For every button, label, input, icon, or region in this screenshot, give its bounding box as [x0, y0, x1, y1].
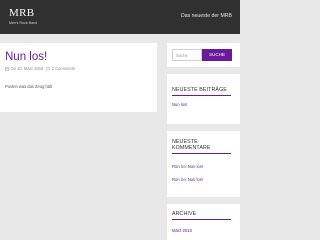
site-header: MRB Men's Rock Band Das neueste der MRB — [0, 0, 240, 34]
comment-author-link[interactable]: Ron — [172, 177, 180, 182]
comment-post-link[interactable]: Nun los! — [188, 164, 203, 169]
archive-link[interactable]: März 2018 — [172, 228, 192, 233]
calendar-icon — [5, 67, 9, 71]
post-meta: On 10. März 2018 2 Comments — [5, 66, 75, 71]
widget-separator — [167, 124, 240, 131]
comment-post-link[interactable]: Nun los! — [188, 177, 203, 182]
post-title[interactable]: Nun los! — [5, 51, 47, 64]
nav-item-latest[interactable]: Das neueste der MRB — [181, 13, 232, 20]
site-tagline: Men's Rock Band — [9, 21, 38, 25]
post-excerpt: Posten was das Zeug hält — [5, 84, 53, 89]
post-date: On 10. März 2018 — [10, 66, 44, 71]
widget-title-underline — [172, 95, 231, 96]
widget-separator — [167, 197, 240, 204]
comment-author-link[interactable]: Ron — [172, 164, 180, 169]
widget-title-underline — [172, 153, 231, 154]
widget-title-recent-posts: NEUESTE BEITRÄGE — [172, 87, 227, 93]
recent-comment-item: Ron bei Nun los! — [172, 177, 203, 182]
comment-icon — [46, 67, 51, 71]
widget-separator — [167, 67, 240, 74]
widget-title-archive: ARCHIVE — [172, 211, 197, 217]
site-title[interactable]: MRB — [9, 7, 34, 19]
search-input[interactable] — [172, 49, 202, 61]
recent-post-link[interactable]: Nun los! — [172, 102, 187, 107]
widget-title-recent-comments-line2: KOMMENTARE — [172, 145, 211, 151]
post-comments-link[interactable]: 2 Comments — [52, 66, 75, 71]
search-button[interactable]: SUCHE — [202, 49, 232, 61]
recent-comment-item: Ron bei Nun los! — [172, 164, 203, 169]
widget-title-underline — [172, 219, 231, 220]
comment-connector: bei — [180, 164, 187, 169]
comment-connector: bei — [180, 177, 187, 182]
